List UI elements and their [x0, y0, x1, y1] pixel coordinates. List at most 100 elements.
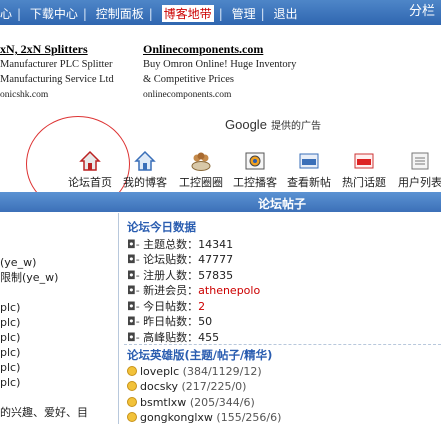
blog-home-icon: [134, 150, 156, 171]
ad-1[interactable]: xN, 2xN Splitters Manufacturer PLC Split…: [0, 42, 114, 102]
ad-2-line-1: Buy Omron Online! Huge Inventory: [143, 59, 297, 70]
nav-user-list[interactable]: 用户列表: [398, 150, 441, 190]
stat-row: ◘- 新进会员：athenepolo: [127, 284, 261, 297]
user-coin-icon: [127, 381, 137, 391]
user-list-icon: [411, 152, 429, 170]
hero-stats: (384/1129/12): [182, 364, 262, 378]
user-coin-icon: [127, 412, 137, 422]
ad-2-title[interactable]: Onlinecomponents.com: [143, 42, 263, 56]
nav-label-forum-home: 论坛首页: [68, 176, 112, 189]
ad-1-line-1: Manufacturer PLC Splitter: [0, 59, 113, 70]
stat-label: 新进会员: [143, 284, 188, 297]
left-column-list: (ye_w) 限制(ye_w) plc) plc) plc) plc) plc)…: [0, 240, 88, 420]
stat-label: 高峰贴数: [143, 330, 188, 344]
forum-heroes-panel: 论坛英雄版(主题/帖子/精华) loveplc (384/1129/12) do…: [127, 348, 281, 426]
google-ads-label[interactable]: Google 提供的广告: [225, 117, 321, 133]
stat-value: 57835: [198, 268, 234, 282]
stat-row: ◘- 论坛贴数：47777: [127, 253, 234, 266]
left-item[interactable]: 限制(ye_w): [0, 270, 88, 285]
hero-stats: (205/344/6): [189, 395, 255, 409]
group-icon: [191, 152, 211, 171]
hero-row: gongkonglxw (155/256/6): [127, 410, 281, 426]
nav-label-hot-topics: 热门话题: [342, 176, 386, 189]
today-stats-panel: 论坛今日数据 ◘- 主题总数：14341 ◘- 论坛贴数：47777 ◘- 注册…: [127, 220, 260, 345]
left-item[interactable]: plc): [0, 315, 88, 330]
section-separator: [124, 344, 441, 345]
stat-value: 47777: [198, 253, 234, 266]
heroes-heading: 论坛英雄版(主题/帖子/精华): [127, 348, 273, 362]
ad-2-line-2: & Competitive Prices: [143, 74, 234, 85]
left-item: 的兴趣、爱好、目: [0, 406, 88, 419]
hero-row: bsmtlxw (205/344/6): [127, 395, 281, 411]
stat-label: 论坛贴数: [143, 253, 188, 266]
hero-row: loveplc (384/1129/12): [127, 364, 281, 380]
home-icon: [79, 150, 101, 171]
video-icon: [245, 152, 265, 170]
split-view-button[interactable]: 分栏: [395, 2, 435, 22]
ad-2-url[interactable]: onlinecomponents.com: [143, 90, 231, 100]
ad-block: xN, 2xN Splitters Manufacturer PLC Split…: [0, 42, 441, 102]
stat-row: ◘- 高峰贴数：455: [127, 330, 220, 344]
hero-stats: (217/225/0): [181, 380, 247, 393]
nav-new-posts[interactable]: 查看新帖: [287, 150, 331, 190]
user-coin-icon: [127, 365, 137, 376]
user-coin-icon: [127, 396, 137, 407]
newest-member-link[interactable]: athenepolo: [198, 284, 260, 297]
hero-row: docsky (217/225/0): [127, 379, 281, 395]
stat-label: 昨日帖数: [143, 315, 188, 328]
stats-heading: 论坛今日数据: [127, 220, 196, 234]
nav-groups[interactable]: 工控圈圈: [179, 150, 223, 190]
stat-value: 455: [198, 330, 220, 344]
left-item[interactable]: plc): [0, 300, 88, 315]
top-link-0[interactable]: 心: [0, 5, 12, 22]
nav-hot-topics[interactable]: 热门话题: [342, 150, 386, 190]
nav-forum-home[interactable]: 论坛首页: [68, 150, 112, 190]
column-divider: [118, 213, 119, 424]
left-item[interactable]: (ye_w): [0, 255, 88, 270]
stat-value: 2: [198, 299, 206, 313]
nav-label-user-list: 用户列表: [398, 176, 441, 189]
stat-row: ◘- 主题总数：14341: [127, 237, 234, 251]
top-link-admin[interactable]: 管理: [232, 5, 256, 22]
google-ads-text: 提供的广告: [271, 121, 322, 132]
ad-1-url[interactable]: onicshk.com: [0, 90, 48, 100]
section-title: 论坛帖子: [258, 197, 307, 211]
stat-value: 14341: [198, 237, 234, 251]
nav-label-my-blog: 我的博客: [123, 176, 167, 189]
left-item[interactable]: plc): [0, 345, 88, 360]
stat-row: ◘- 今日帖数：2: [127, 299, 206, 313]
nav-label-new-posts: 查看新帖: [287, 176, 331, 189]
nav-label-podcast: 工控播客: [233, 176, 277, 189]
top-links: 心 | 下载中心 | 控制面板 | 博客地带 | 管理 | 退出: [0, 5, 298, 22]
ad-1-title[interactable]: xN, 2xN Splitters: [0, 42, 88, 56]
section-header-bar: 论坛帖子: [0, 192, 441, 212]
ad-1-line-2: Manufacturing Service Ltd: [0, 74, 114, 85]
left-item: [0, 285, 88, 300]
hero-name[interactable]: gongkonglxw: [140, 411, 213, 424]
stat-row: ◘- 昨日帖数：50: [127, 315, 213, 328]
top-link-download[interactable]: 下载中心: [30, 5, 78, 22]
nav-podcast[interactable]: 工控播客: [233, 150, 277, 190]
nav-my-blog[interactable]: 我的博客: [123, 150, 167, 190]
nav-label-groups: 工控圈圈: [179, 176, 223, 189]
top-link-logout[interactable]: 退出: [273, 5, 297, 22]
new-posts-icon: [299, 153, 319, 169]
left-item: [0, 240, 88, 255]
stat-label: 主题总数: [143, 237, 188, 251]
hero-name[interactable]: bsmtlxw: [140, 396, 186, 409]
hero-name[interactable]: loveplc: [140, 365, 179, 378]
left-item[interactable]: plc): [0, 360, 88, 375]
google-logo: Google: [225, 117, 267, 132]
stat-row: ◘- 注册人数：57835: [127, 268, 234, 282]
left-item[interactable]: plc): [0, 375, 88, 390]
stat-value: 50: [198, 315, 213, 328]
ad-2[interactable]: Onlinecomponents.com Buy Omron Online! H…: [143, 42, 296, 102]
top-link-blog[interactable]: 博客地带: [161, 5, 214, 22]
top-link-control-panel[interactable]: 控制面板: [96, 5, 144, 22]
stat-label: 今日帖数: [143, 299, 188, 313]
top-menu-bar: 心 | 下载中心 | 控制面板 | 博客地带 | 管理 | 退出 分栏: [0, 0, 441, 25]
left-item[interactable]: plc): [0, 330, 88, 345]
left-item: [0, 390, 88, 405]
hot-topics-icon: [354, 153, 374, 169]
hero-name[interactable]: docsky: [140, 380, 178, 393]
